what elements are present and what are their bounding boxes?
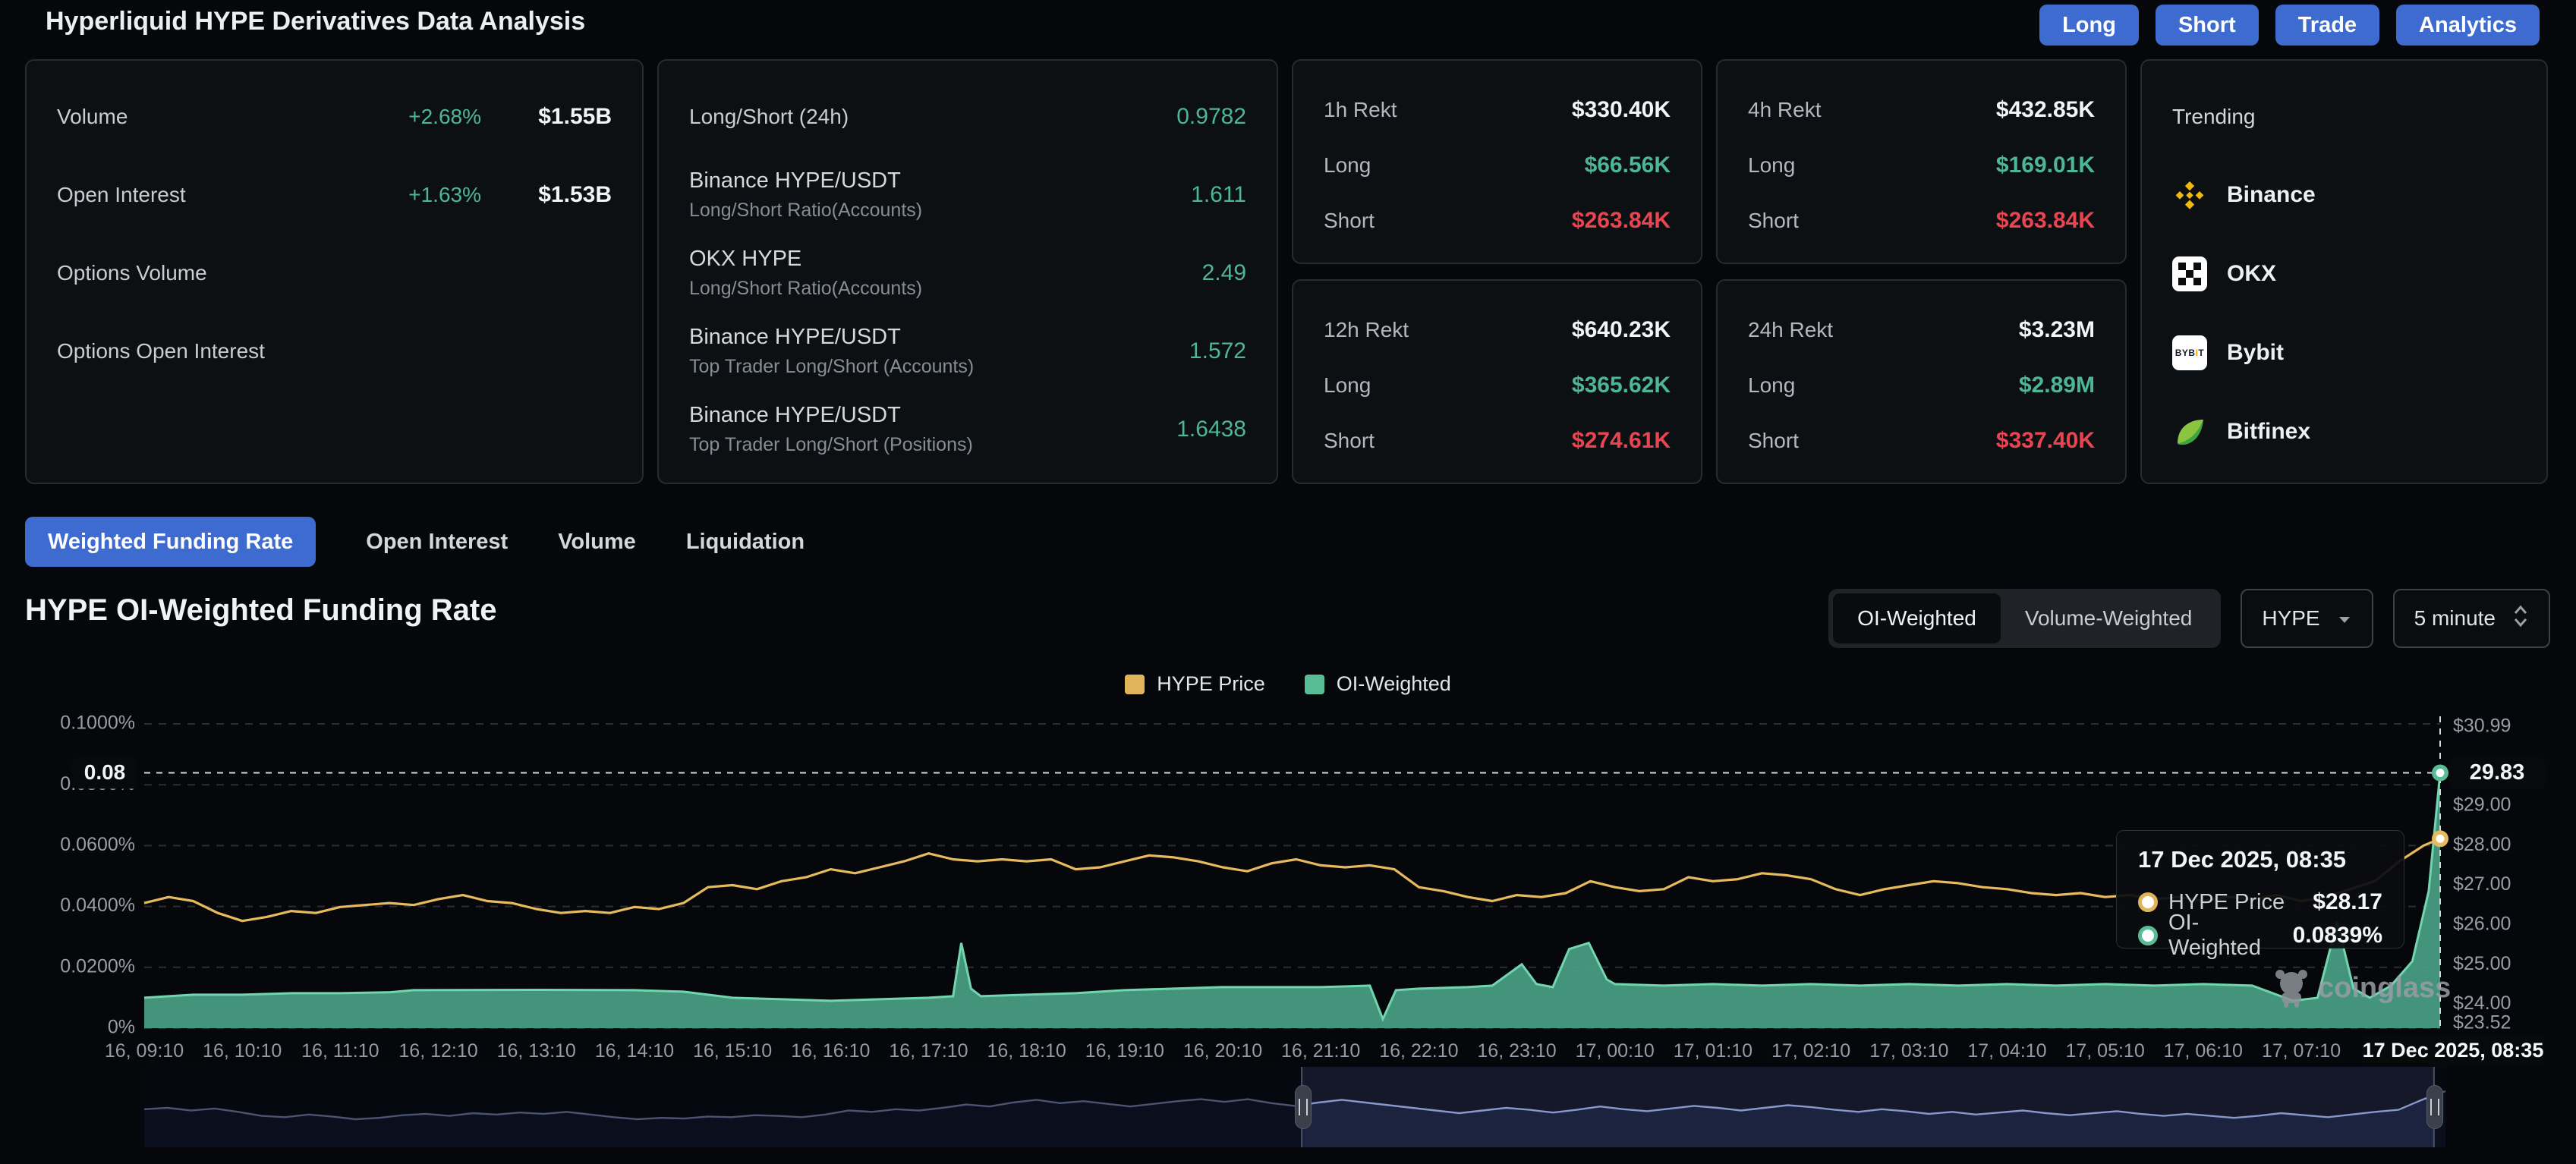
- x-axis-label: 16, 20:10: [1183, 1040, 1262, 1062]
- y-axis-label-left: 0.0600%: [60, 834, 135, 855]
- grip-icon: [2430, 1099, 2439, 1115]
- funding-rate-chart[interactable]: 0.1000%0.0800%0.0600%0.0400%0.0200%0%$30…: [0, 0, 2576, 1164]
- x-axis-label: 17, 00:10: [1576, 1040, 1655, 1062]
- x-axis-label: 17, 01:10: [1674, 1040, 1752, 1062]
- y-axis-label-right: $29.00: [2453, 794, 2511, 815]
- x-axis-label: 16, 14:10: [595, 1040, 674, 1062]
- x-axis-label: 16, 18:10: [987, 1040, 1066, 1062]
- x-axis-label: 16, 21:10: [1281, 1040, 1360, 1062]
- y-axis-label-right: $26.00: [2453, 913, 2511, 934]
- x-axis-label: 16, 12:10: [398, 1040, 477, 1062]
- y-axis-label-right: $28.00: [2453, 834, 2511, 855]
- tooltip-datetime: 17 Dec 2025, 08:35: [2138, 846, 2382, 873]
- coinglass-mascot-icon: [2271, 964, 2312, 1013]
- x-axis-label: 17, 02:10: [1771, 1040, 1850, 1062]
- watermark-text: coinglass: [2318, 972, 2451, 1005]
- hype-price-endpoint-dot-center: [2436, 835, 2445, 843]
- y-axis-label-right: $27.00: [2453, 873, 2511, 895]
- x-axis-label: 16, 23:10: [1477, 1040, 1556, 1062]
- y-axis-label-right: $30.99: [2453, 715, 2511, 736]
- x-axis-label: 17, 07:10: [2262, 1040, 2341, 1062]
- navigator-left-handle[interactable]: [1295, 1085, 1312, 1129]
- y-axis-label-left: 0.1000%: [60, 713, 135, 734]
- x-axis-label: 16, 10:10: [203, 1040, 282, 1062]
- y-axis-label-right: $24.00: [2453, 993, 2511, 1014]
- x-axis-label: 17, 03:10: [1869, 1040, 1948, 1062]
- y-axis-label-left: 0%: [108, 1017, 135, 1038]
- chart-tooltip: 17 Dec 2025, 08:35 HYPE Price $28.17 OI-…: [2116, 830, 2404, 949]
- y-axis-label-right: $23.52: [2453, 1011, 2511, 1033]
- x-axis-label: 16, 11:10: [301, 1040, 379, 1062]
- x-axis-label: 16, 15:10: [693, 1040, 772, 1062]
- y-axis-label-left: 0.0200%: [60, 955, 135, 977]
- oi-weighted-dot-icon: [2138, 926, 2158, 945]
- x-axis-label: 16, 13:10: [497, 1040, 576, 1062]
- tooltip-row-oi: OI-Weighted 0.0839%: [2138, 919, 2382, 952]
- crosshair-right-badge-text: 29.83: [2470, 760, 2525, 785]
- coinglass-watermark: coinglass: [2271, 964, 2451, 1013]
- navigator-dim-left: [144, 1067, 1302, 1147]
- chart-navigator[interactable]: [0, 1067, 2576, 1150]
- x-axis-label: 16, 19:10: [1085, 1040, 1164, 1062]
- x-axis-label: 17, 05:10: [2065, 1040, 2144, 1062]
- y-axis-label-left: 0.0400%: [60, 895, 135, 916]
- dashboard-page: Hyperliquid HYPE Derivatives Data Analys…: [0, 0, 2576, 1164]
- x-axis-label: 17, 06:10: [2164, 1040, 2243, 1062]
- y-axis-label-right: $25.00: [2453, 953, 2511, 974]
- crosshair-x-badge-text: 17 Dec 2025, 08:35: [2363, 1039, 2544, 1062]
- oi-weighted-endpoint-dot-center: [2436, 769, 2445, 777]
- x-axis-label: 16, 22:10: [1379, 1040, 1458, 1062]
- hype-price-dot-icon: [2138, 892, 2158, 912]
- x-axis-label: 16, 09:10: [105, 1040, 184, 1062]
- grip-icon: [1299, 1099, 1308, 1115]
- navigator-selection: [1302, 1067, 2434, 1147]
- x-axis-label: 16, 16:10: [791, 1040, 870, 1062]
- crosshair-left-badge-text: 0.08: [84, 760, 126, 784]
- x-axis-label: 17, 04:10: [1967, 1040, 2046, 1062]
- x-axis-label: 16, 17:10: [889, 1040, 968, 1062]
- hype-price-line: [144, 838, 2440, 920]
- navigator-right-handle[interactable]: [2426, 1085, 2443, 1129]
